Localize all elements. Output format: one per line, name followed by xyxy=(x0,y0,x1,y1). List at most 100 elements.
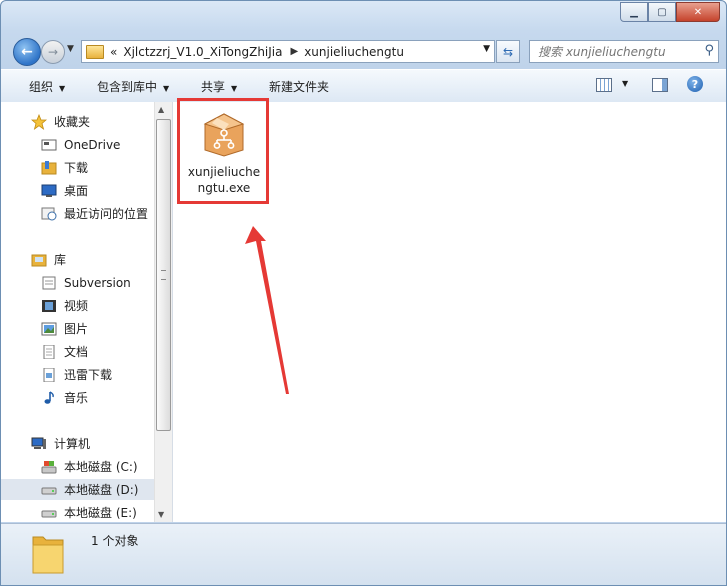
view-options-icon[interactable] xyxy=(596,78,612,92)
nav-label: 本地磁盘 (C:) xyxy=(64,460,138,474)
address-dropdown-icon[interactable]: ▼ xyxy=(483,44,490,54)
minimize-icon: ▁ xyxy=(630,6,638,18)
breadcrumb-overflow[interactable]: « xyxy=(110,45,117,59)
nav-label: 音乐 xyxy=(64,391,89,405)
nav-label: 最近访问的位置 xyxy=(64,207,149,221)
share-menu[interactable]: 共享 ▼ xyxy=(201,78,237,95)
document-icon xyxy=(41,344,57,359)
nav-label: 迅雷下载 xyxy=(64,368,113,382)
close-icon: ✕ xyxy=(693,6,703,18)
title-bar: ▁ ▢ ✕ xyxy=(1,1,726,33)
nav-item-drive-e[interactable]: 本地磁盘 (E:) xyxy=(1,502,154,522)
preview-pane-icon[interactable] xyxy=(652,78,668,92)
nav-item-drive-c[interactable]: 本地磁盘 (C:) xyxy=(1,456,154,477)
desktop-icon xyxy=(41,184,57,198)
nav-item-downloads[interactable]: 下载 xyxy=(1,157,154,178)
nav-item-pictures[interactable]: 图片 xyxy=(1,318,154,339)
grip-icon xyxy=(161,270,166,280)
scrollbar-thumb[interactable] xyxy=(156,119,171,431)
nav-label: 收藏夹 xyxy=(54,115,91,129)
back-button[interactable]: ← xyxy=(13,38,41,66)
organize-menu[interactable]: 组织 ▼ xyxy=(29,78,65,95)
nav-label: 桌面 xyxy=(64,184,89,198)
nav-label: OneDrive xyxy=(64,137,121,152)
include-library-label: 包含到库中 xyxy=(97,80,158,94)
nav-label: 计算机 xyxy=(54,437,91,451)
nav-item-drive-d[interactable]: 本地磁盘 (D:) xyxy=(1,479,154,500)
computer-icon xyxy=(31,437,47,451)
navigation-scrollbar[interactable]: ▲ ▼ xyxy=(154,102,172,522)
nav-label: 下载 xyxy=(64,161,89,175)
nav-item-recent[interactable]: 最近访问的位置 xyxy=(1,203,154,224)
nav-label: Subversion xyxy=(64,275,131,290)
hard-drive-icon xyxy=(41,506,57,520)
chevron-right-icon[interactable]: ▶ xyxy=(291,46,299,57)
nav-label: 本地磁盘 (D:) xyxy=(64,483,139,497)
music-icon xyxy=(41,390,57,405)
subversion-icon xyxy=(41,276,57,290)
video-icon xyxy=(41,299,57,313)
chevron-down-icon[interactable]: ▼ xyxy=(622,79,628,88)
forward-button[interactable]: → xyxy=(41,40,65,64)
nav-item-subversion[interactable]: Subversion xyxy=(1,272,154,293)
star-icon xyxy=(31,113,47,130)
command-bar: 组织 ▼ 包含到库中 ▼ 共享 ▼ 新建文件夹 ▼ ? xyxy=(1,69,726,103)
search-input[interactable] xyxy=(536,43,700,60)
chevron-down-icon: ▼ xyxy=(67,44,74,54)
window-controls: ▁ ▢ ✕ xyxy=(620,2,720,22)
share-label: 共享 xyxy=(201,80,226,94)
maximize-icon: ▢ xyxy=(657,6,667,18)
organize-label: 组织 xyxy=(29,80,54,94)
arrow-right-icon: → xyxy=(47,45,59,59)
new-folder-button[interactable]: 新建文件夹 xyxy=(269,78,329,95)
nav-item-music[interactable]: 音乐 xyxy=(1,387,154,408)
libraries-icon xyxy=(31,253,47,267)
scroll-up-icon[interactable]: ▲ xyxy=(158,105,164,114)
new-folder-label: 新建文件夹 xyxy=(269,80,330,94)
folder-icon xyxy=(86,44,104,59)
search-box: ⚲ xyxy=(529,40,719,63)
nav-item-documents[interactable]: 文档 xyxy=(1,341,154,362)
maximize-button[interactable]: ▢ xyxy=(648,2,676,22)
item-count: 1 个对象 xyxy=(91,534,139,548)
minimize-button[interactable]: ▁ xyxy=(620,2,648,22)
refresh-button[interactable]: ⇆ xyxy=(496,40,520,63)
nav-label: 本地磁盘 (E:) xyxy=(64,506,137,520)
nav-item-libraries[interactable]: 库 xyxy=(1,249,154,270)
scroll-down-icon[interactable]: ▼ xyxy=(158,510,164,519)
nav-item-videos[interactable]: 视频 xyxy=(1,295,154,316)
downloads-folder-icon xyxy=(41,160,57,175)
search-icon[interactable]: ⚲ xyxy=(704,43,714,58)
refresh-icon: ⇆ xyxy=(502,44,514,59)
nav-label: 视频 xyxy=(64,299,89,313)
arrow-left-icon: ← xyxy=(21,44,33,60)
nav-label: 图片 xyxy=(64,322,89,336)
nav-item-onedrive[interactable]: OneDrive xyxy=(1,134,154,155)
help-icon[interactable]: ? xyxy=(687,76,703,92)
close-button[interactable]: ✕ xyxy=(676,2,720,22)
highlight-box xyxy=(177,98,269,204)
navigation-pane: 收藏夹 OneDrive 下载 桌面 最近访问的位置 库 Subversion xyxy=(1,102,154,522)
recent-pages-dropdown[interactable]: ▼ xyxy=(67,44,74,54)
nav-item-computer[interactable]: 计算机 xyxy=(1,433,154,454)
nav-item-desktop[interactable]: 桌面 xyxy=(1,180,154,201)
include-library-menu[interactable]: 包含到库中 ▼ xyxy=(97,78,169,95)
folder-icon xyxy=(31,531,65,575)
explorer-window: ▁ ▢ ✕ ← → ▼ « Xjlctzzrj_V1.0_XiTongZhiJi… xyxy=(0,0,727,586)
chevron-down-icon: ▼ xyxy=(231,84,238,93)
hard-drive-icon xyxy=(41,483,57,497)
nav-label: 文档 xyxy=(64,345,89,359)
nav-item-thunder[interactable]: 迅雷下载 xyxy=(1,364,154,385)
onedrive-icon xyxy=(41,138,57,152)
nav-label: 库 xyxy=(54,253,67,267)
system-drive-icon xyxy=(41,460,57,474)
address-bar[interactable]: « Xjlctzzrj_V1.0_XiTongZhiJia ▶ xunjieli… xyxy=(81,40,495,63)
thunder-download-icon xyxy=(41,367,57,382)
breadcrumb-item[interactable]: xunjieliuchengtu xyxy=(304,45,404,59)
nav-item-favorites[interactable]: 收藏夹 xyxy=(1,111,154,132)
navigation-row: ← → ▼ « Xjlctzzrj_V1.0_XiTongZhiJia ▶ xu… xyxy=(1,35,726,66)
chevron-down-icon: ▼ xyxy=(163,84,170,93)
breadcrumb-item[interactable]: Xjlctzzrj_V1.0_XiTongZhiJia xyxy=(123,45,282,59)
recent-places-icon xyxy=(41,207,57,221)
picture-icon xyxy=(41,322,57,336)
